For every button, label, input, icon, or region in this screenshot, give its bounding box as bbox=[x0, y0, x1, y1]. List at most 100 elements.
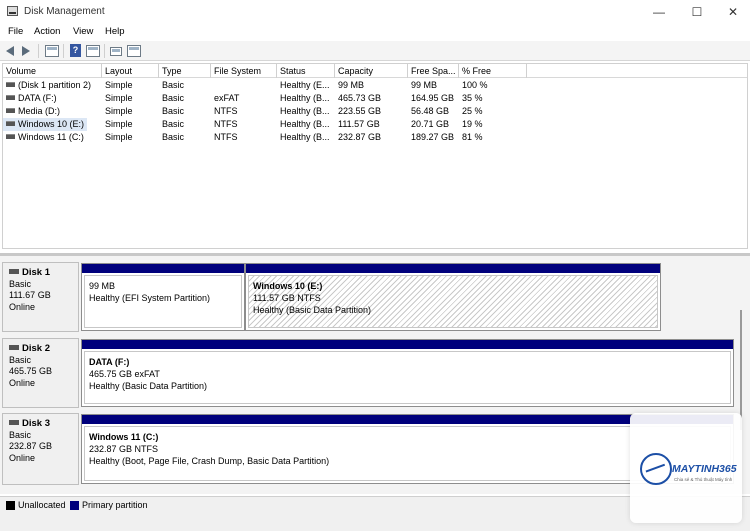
cell-layout: Simple bbox=[102, 118, 159, 131]
column-header-layout[interactable]: Layout bbox=[102, 64, 159, 78]
cell-volume: Media (D:) bbox=[3, 105, 102, 118]
cell-percent-free: 19 % bbox=[459, 118, 527, 131]
cell-free-space: 20.71 GB bbox=[408, 118, 459, 131]
column-header-percent-free[interactable]: % Free bbox=[459, 64, 527, 78]
menu-file[interactable]: File bbox=[8, 26, 23, 37]
cell-layout: Simple bbox=[102, 131, 159, 144]
disk-2-status: Online bbox=[9, 378, 78, 390]
volume-row-selected[interactable]: Windows 10 (E:) Simple Basic NTFS Health… bbox=[3, 118, 747, 131]
cell-percent-free: 81 % bbox=[459, 131, 527, 144]
partition-size: 111.57 GB NTFS bbox=[253, 292, 657, 304]
cell-volume: DATA (F:) bbox=[3, 92, 102, 105]
cell-free-space: 56.48 GB bbox=[408, 105, 459, 118]
volume-list-header: Volume Layout Type File System Status Ca… bbox=[3, 64, 747, 78]
partition-body: 99 MB Healthy (EFI System Partition) bbox=[84, 275, 242, 328]
cell-capacity: 232.87 GB bbox=[335, 131, 408, 144]
cell-percent-free: 25 % bbox=[459, 105, 527, 118]
partition-size: 465.75 GB exFAT bbox=[89, 368, 730, 380]
column-header-file-system[interactable]: File System bbox=[211, 64, 277, 78]
cell-capacity: 111.57 GB bbox=[335, 118, 408, 131]
disk-3-label[interactable]: Disk 3 Basic 232.87 GB Online bbox=[2, 413, 79, 485]
disk-name-text: Disk 1 bbox=[22, 267, 50, 278]
column-header-status[interactable]: Status bbox=[277, 64, 335, 78]
column-header-capacity[interactable]: Capacity bbox=[335, 64, 408, 78]
cell-capacity: 99 MB bbox=[335, 79, 408, 92]
connect-icon[interactable] bbox=[110, 47, 122, 56]
cell-capacity: 465.73 GB bbox=[335, 92, 408, 105]
disk-3-size: 232.87 GB bbox=[9, 441, 78, 453]
cell-type: Basic bbox=[159, 79, 211, 92]
menu-view[interactable]: View bbox=[73, 26, 93, 37]
disk-1-status: Online bbox=[9, 302, 78, 314]
cell-free-space: 99 MB bbox=[408, 79, 459, 92]
help-icon[interactable]: ? bbox=[70, 44, 81, 57]
partition-efi[interactable]: 99 MB Healthy (EFI System Partition) bbox=[81, 263, 245, 331]
watermark-brand: MAYTINH365 bbox=[672, 463, 737, 475]
disk-management-app-icon bbox=[7, 6, 18, 16]
cell-volume: (Disk 1 partition 2) bbox=[3, 79, 102, 92]
volume-icon bbox=[6, 134, 15, 139]
cell-status: Healthy (E... bbox=[277, 79, 335, 92]
cell-layout: Simple bbox=[102, 105, 159, 118]
cell-volume: Windows 11 (C:) bbox=[3, 131, 102, 144]
disk-name-text: Disk 3 bbox=[22, 418, 50, 429]
disk-1-name: Disk 1 bbox=[9, 267, 78, 279]
volume-row[interactable]: Media (D:) Simple Basic NTFS Healthy (B.… bbox=[3, 105, 747, 118]
cell-file-system: NTFS bbox=[211, 118, 277, 131]
cell-type: Basic bbox=[159, 105, 211, 118]
show-hide-console-tree-icon[interactable] bbox=[45, 45, 59, 57]
column-header-type[interactable]: Type bbox=[159, 64, 211, 78]
disk-1-type: Basic bbox=[9, 279, 78, 291]
disk-2-label[interactable]: Disk 2 Basic 465.75 GB Online bbox=[2, 338, 79, 408]
unallocated-swatch bbox=[6, 501, 15, 510]
forward-arrow-icon[interactable] bbox=[22, 46, 30, 56]
disk-1-label[interactable]: Disk 1 Basic 111.67 GB Online bbox=[2, 262, 79, 332]
menu-action[interactable]: Action bbox=[34, 26, 60, 37]
partition-status: Healthy (EFI System Partition) bbox=[89, 292, 241, 304]
toolbar-separator bbox=[38, 44, 39, 58]
properties-icon[interactable] bbox=[86, 45, 100, 57]
volume-name: Windows 10 (E:) bbox=[18, 119, 84, 129]
partition-data[interactable]: DATA (F:) 465.75 GB exFAT Healthy (Basic… bbox=[81, 339, 734, 407]
disk-map-scrollbar[interactable] bbox=[740, 310, 742, 430]
cell-file-system: NTFS bbox=[211, 105, 277, 118]
maytinh365-watermark: MAYTINH365 Chia sẻ & Thủ thuật Máy tính bbox=[630, 413, 742, 523]
console-icon[interactable] bbox=[127, 45, 141, 57]
window-title: Disk Management bbox=[24, 6, 105, 17]
volume-name: Windows 11 (C:) bbox=[18, 132, 84, 142]
partition-title: Windows 10 (E:) bbox=[253, 280, 657, 292]
close-button[interactable]: ✕ bbox=[718, 3, 748, 21]
maximize-button[interactable]: ☐ bbox=[682, 3, 712, 21]
globe-logo-icon bbox=[640, 453, 672, 485]
cell-file-system: exFAT bbox=[211, 92, 277, 105]
disk-2-name: Disk 2 bbox=[9, 343, 78, 355]
partition-status: Healthy (Basic Data Partition) bbox=[89, 380, 730, 392]
toolbar: ? bbox=[0, 41, 750, 61]
column-header-free-space[interactable]: Free Spa... bbox=[408, 64, 459, 78]
partition-status: Healthy (Basic Data Partition) bbox=[253, 304, 657, 316]
cell-free-space: 164.95 GB bbox=[408, 92, 459, 105]
volume-name: (Disk 1 partition 2) bbox=[18, 80, 91, 90]
menu-help[interactable]: Help bbox=[105, 26, 125, 37]
partition-windows-10[interactable]: Windows 10 (E:) 111.57 GB NTFS Healthy (… bbox=[245, 263, 661, 331]
disk-name-text: Disk 2 bbox=[22, 343, 50, 354]
volume-icon bbox=[6, 82, 15, 87]
partition-body: DATA (F:) 465.75 GB exFAT Healthy (Basic… bbox=[84, 351, 731, 404]
volume-row[interactable]: DATA (F:) Simple Basic exFAT Healthy (B.… bbox=[3, 92, 747, 105]
minimize-button[interactable]: — bbox=[644, 3, 674, 21]
volume-list[interactable]: Volume Layout Type File System Status Ca… bbox=[2, 63, 748, 249]
cell-file-system bbox=[211, 79, 277, 92]
cell-file-system: NTFS bbox=[211, 131, 277, 144]
cell-percent-free: 35 % bbox=[459, 92, 527, 105]
back-arrow-icon[interactable] bbox=[6, 46, 14, 56]
cell-volume: Windows 10 (E:) bbox=[3, 118, 87, 131]
cell-status: Healthy (B... bbox=[277, 118, 335, 131]
volume-name: DATA (F:) bbox=[18, 93, 57, 103]
volume-name: Media (D:) bbox=[18, 106, 60, 116]
volume-row[interactable]: (Disk 1 partition 2) Simple Basic Health… bbox=[3, 79, 747, 92]
primary-partition-bar bbox=[246, 264, 660, 273]
partition-title: DATA (F:) bbox=[89, 356, 730, 368]
column-header-volume[interactable]: Volume bbox=[3, 64, 102, 78]
volume-row[interactable]: Windows 11 (C:) Simple Basic NTFS Health… bbox=[3, 131, 747, 144]
cell-capacity: 223.55 GB bbox=[335, 105, 408, 118]
